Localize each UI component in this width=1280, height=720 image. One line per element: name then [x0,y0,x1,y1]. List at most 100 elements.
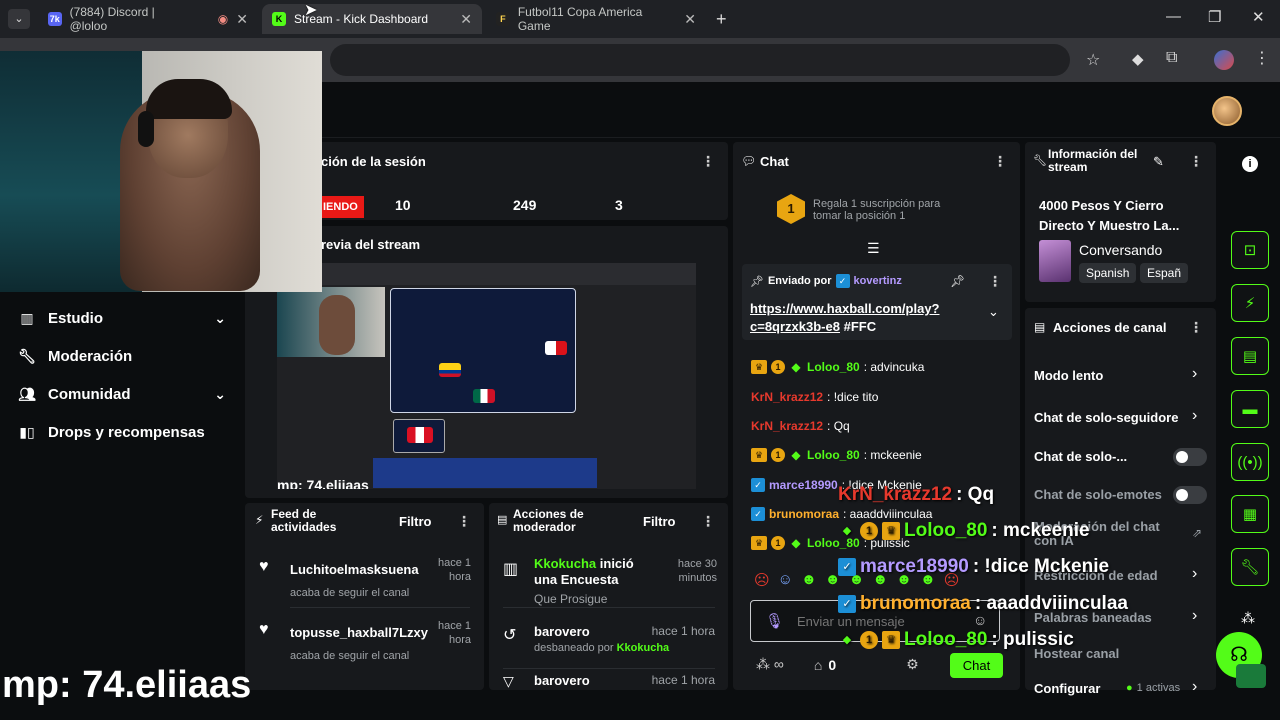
chevron-right-icon[interactable]: › [1192,607,1197,625]
extension-diamond-icon[interactable]: ◆ [1132,50,1144,68]
chat-message: ✓ brunomoraa: aaaddviiinculaa [751,507,932,521]
edit-pencil-icon[interactable]: ✎ [1153,154,1164,170]
rail-screenshot-button[interactable]: ⊡ [1231,231,1269,269]
pinned-message: 📌︎ Enviado por ✓ kovertinz 📌︎ ⋮ https://… [742,264,1012,340]
info-icon[interactable]: i [1242,156,1258,172]
stream-info-menu-icon[interactable]: ⋮ [1189,153,1203,170]
verified-badge-icon: ✓ [838,595,856,613]
pinned-link[interactable]: https://www.haxball.com/play? [750,300,960,318]
chevron-right-icon[interactable]: › [1192,678,1197,696]
microphone-icon[interactable]: 🎙︎ [765,612,784,630]
activity-filter-button[interactable]: Filtro [399,514,432,529]
rail-layout-button[interactable]: ▦ [1231,495,1269,533]
send-chat-button[interactable]: Chat [950,653,1003,678]
emotes-only-toggle[interactable] [1173,486,1207,504]
mod-filter-button[interactable]: Filtro [643,514,676,529]
gift-sub-prompt[interactable]: Regala 1 suscripción para tomar la posic… [813,198,940,222]
close-tab-icon[interactable]: ✕ [460,11,472,28]
chat-username[interactable]: Loloo_80 [807,448,860,462]
collapse-icon[interactable]: ☰ [867,240,880,257]
minimize-icon[interactable]: — [1166,8,1181,25]
rail-tools-button[interactable]: 🔧︎ [1231,548,1269,586]
action-slow-mode[interactable]: Modo lento [1034,368,1103,383]
subs-only-toggle[interactable] [1173,448,1207,466]
bolt-icon: ⚡︎ [1244,295,1256,312]
pinned-prefix: Enviado por [767,275,832,287]
preview-webcam [277,287,385,357]
tab-label: (7884) Discord | @loloo [69,5,155,33]
activity-menu-icon[interactable]: ⋮ [457,513,471,530]
external-link-icon[interactable]: ⇗ [1192,526,1202,540]
emote-robot-icon[interactable]: ☺ [778,571,793,589]
rank-badge-icon: 1 [771,536,785,550]
rail-notes-button[interactable]: ▤ [1231,337,1269,375]
rail-extra-button[interactable] [1236,664,1266,688]
store-icon[interactable]: ⌂ [814,657,822,673]
pinned-tag: #FFC [843,319,877,334]
gem-badge-icon: ◆ [791,448,801,462]
apps-icon[interactable]: ⁂ [1241,610,1255,627]
chat-username[interactable]: Loloo_80 [807,360,860,374]
extensions-puzzle-icon[interactable]: ⧉ [1166,49,1177,67]
emote-frog-icon[interactable]: ☻ [801,571,817,589]
close-tab-icon[interactable]: ✕ [684,11,696,28]
session-menu-icon[interactable]: ⋮ [701,153,715,170]
settings-gear-icon[interactable]: ⚙ [906,656,919,673]
preview-game-field [390,288,576,413]
chat-menu-icon[interactable]: ⋮ [993,153,1007,170]
chevron-right-icon[interactable]: › [1192,565,1197,583]
close-tab-icon[interactable]: ✕ [236,11,248,28]
stream-tags: Spanish Españ [1079,263,1209,287]
stream-preview[interactable]: mp: 74.eliiaas [277,263,696,489]
chevron-right-icon[interactable]: › [1192,407,1197,425]
rail-chat-button[interactable]: ▬ [1231,390,1269,428]
futbol11-icon: F [496,12,510,26]
new-tab-icon[interactable]: + [716,9,727,30]
chat-message: KrN_krazz12: !dice tito [751,390,878,404]
browser-menu-icon[interactable]: ⋮ [1254,48,1270,68]
unpin-icon[interactable]: 📌︎ [950,274,965,288]
action-followers-only[interactable]: Chat de solo-seguidore [1034,410,1178,425]
browser-tab-bar: ⌄ 7k (7884) Discord | @loloo ◉ ✕ K Strea… [0,0,1280,38]
rail-broadcast-button[interactable]: ((•)) [1231,443,1269,481]
channel-actions-menu-icon[interactable]: ⋮ [1189,319,1203,336]
tab-search-button[interactable]: ⌄ [8,9,30,29]
user-avatar[interactable] [1212,96,1242,126]
overlay-username: KrN_krazz12 [838,484,953,505]
flag-panama-icon [545,341,567,355]
chat-username[interactable]: KrN_krazz12 [751,419,823,433]
chat-username[interactable]: marce18990 [769,478,838,492]
chevron-down-icon: ▽ [503,673,514,689]
pinned-menu-icon[interactable]: ⋮ [988,273,1002,290]
emote-angry-icon[interactable]: ☹ [754,571,770,589]
url-field[interactable] [330,44,1070,76]
action-configure[interactable]: Configurar [1034,681,1100,696]
profile-avatar[interactable] [1214,50,1234,70]
screenshot-icon: ⊡ [1243,242,1257,259]
gift-icon[interactable]: ⁂ ∞ [756,656,784,673]
verified-badge-icon: ✓ [751,507,765,521]
mouse-cursor-icon: ➤ [304,2,318,19]
overlay-username: marce18990 [860,556,969,577]
rail-bolt-button[interactable]: ⚡︎ [1231,284,1269,322]
chat-username[interactable]: brunomoraa [769,507,839,521]
tab-futbol11[interactable]: F Futbol11 Copa America Game ✕ [486,4,706,34]
tab-discord[interactable]: 7k (7884) Discord | @loloo ◉ ✕ [38,4,258,34]
close-window-icon[interactable]: ✕ [1252,8,1265,26]
sidebar-item-estudio[interactable]: ▥ Estudio ⌄ [18,310,226,327]
chevron-down-icon[interactable]: ⌄ [988,304,999,320]
sidebar-item-drops[interactable]: ▮▯ Drops y recompensas [18,424,204,441]
action-emotes-only: Chat de solo-emotes [1034,487,1162,502]
chevron-right-icon[interactable]: › [1192,365,1197,383]
mod-time: hace 30 minutos [677,558,717,584]
rank-badge-icon: 1 [771,448,785,462]
chat-username[interactable]: KrN_krazz12 [751,390,823,404]
pinned-user: kovertinz [853,275,902,287]
bookmark-star-icon[interactable]: ☆ [1086,50,1100,70]
tab-kick-dashboard[interactable]: K Stream - Kick Dashboard ✕ [262,4,482,34]
sidebar-item-moderacion[interactable]: 🔧︎ Moderación [18,348,132,365]
sidebar-item-comunidad[interactable]: 👥︎ Comunidad ⌄ [18,386,226,403]
mod-menu-icon[interactable]: ⋮ [701,513,715,530]
pinned-link[interactable]: c=8qrzxk3b-e8 [750,319,840,334]
maximize-icon[interactable]: ❐ [1208,8,1221,26]
